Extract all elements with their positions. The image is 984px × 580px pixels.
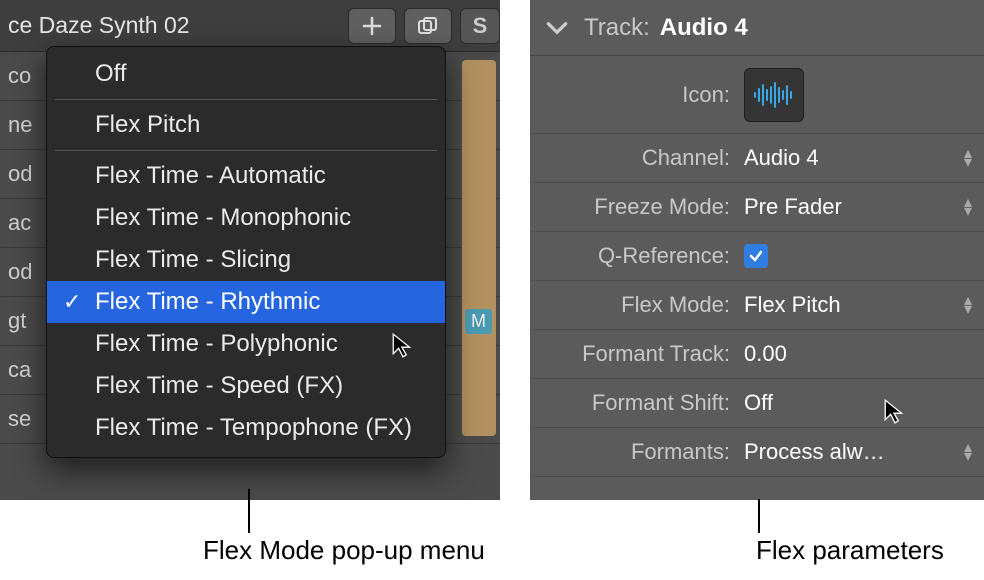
inspector-header[interactable]: Track: Audio 4	[530, 0, 984, 56]
formant-track-value[interactable]: 0.00	[740, 341, 984, 367]
callout-right: Flex parameters	[756, 535, 944, 566]
check-icon	[748, 248, 764, 264]
flex-mode-menu-item-slicing[interactable]: Flex Time - Slicing	[47, 239, 445, 281]
inspector-formant-track-row: Formant Track: 0.00	[530, 330, 984, 379]
inspector-icon-row: Icon:	[530, 56, 984, 134]
row-label: Q-Reference:	[530, 243, 740, 269]
flex-mode-menu-item-off[interactable]: Off	[47, 53, 445, 95]
track-header: ce Daze Synth 02 S	[0, 0, 500, 52]
row-label: Formant Shift:	[530, 390, 740, 416]
inspector-freeze-mode-row: Freeze Mode: Pre Fader ▴▾	[530, 183, 984, 232]
callout-line	[758, 499, 760, 533]
flex-mode-menu-item-speed[interactable]: Flex Time - Speed (FX)	[47, 365, 445, 407]
stepper-control[interactable]: ▴▾	[964, 443, 984, 461]
flex-mode-menu-item-pitch[interactable]: Flex Pitch	[47, 104, 445, 146]
inspector-flex-mode-row: Flex Mode: Flex Pitch ▴▾	[530, 281, 984, 330]
row-label: Flex Mode:	[530, 292, 740, 318]
track-title: ce Daze Synth 02	[8, 12, 190, 39]
stepper-control[interactable]: ▴▾	[964, 296, 984, 314]
stepper-control[interactable]: ▴▾	[964, 198, 984, 216]
inspector-track-value: Audio 4	[660, 14, 748, 42]
inspector-formant-shift-row: Formant Shift: Off	[530, 379, 984, 428]
flex-mode-value[interactable]: Flex Pitch	[740, 292, 964, 318]
channel-value[interactable]: Audio 4	[740, 145, 964, 171]
freeze-mode-value[interactable]: Pre Fader	[740, 194, 964, 220]
row-label: Formant Track:	[530, 341, 740, 367]
callout-line	[248, 489, 250, 533]
row-label: Formants:	[530, 439, 740, 465]
flex-mode-menu-item-tempophone[interactable]: Flex Time - Tempophone (FX)	[47, 407, 445, 449]
flex-mode-menu-item-rhythmic[interactable]: ✓ Flex Time - Rhythmic	[47, 281, 445, 323]
row-label: Freeze Mode:	[530, 194, 740, 220]
callout-left: Flex Mode pop-up menu	[203, 535, 485, 566]
waveform-icon	[752, 80, 796, 110]
flex-mode-menu-item-polyphonic[interactable]: Flex Time - Polyphonic	[47, 323, 445, 365]
stepper-control[interactable]: ▴▾	[964, 149, 984, 167]
solo-button[interactable]: S	[460, 8, 500, 44]
flex-mode-menu-item-monophonic[interactable]: Flex Time - Monophonic	[47, 197, 445, 239]
formants-value[interactable]: Process alw…	[740, 439, 964, 465]
region-clip[interactable]	[462, 60, 496, 436]
flex-mode-menu-item-automatic[interactable]: Flex Time - Automatic	[47, 155, 445, 197]
checkmark-icon: ✓	[63, 289, 81, 315]
left-panel: ce Daze Synth 02 S co neM od ac od gtM c…	[0, 0, 500, 500]
region-badge[interactable]: M	[465, 309, 492, 334]
plus-icon	[362, 16, 382, 36]
row-label: Channel:	[530, 145, 740, 171]
inspector-panel: Track: Audio 4 Icon: Channel: Audio 4	[530, 0, 984, 500]
menu-separator	[55, 99, 437, 100]
track-icon-button[interactable]	[744, 68, 804, 122]
formant-shift-value[interactable]: Off	[740, 390, 984, 416]
inspector-q-reference-row: Q-Reference:	[530, 232, 984, 281]
menu-separator	[55, 150, 437, 151]
add-track-button[interactable]	[348, 8, 396, 44]
q-reference-checkbox[interactable]	[744, 244, 768, 268]
duplicate-icon	[417, 16, 439, 36]
duplicate-track-button[interactable]	[404, 8, 452, 44]
inspector-formants-row: Formants: Process alw… ▴▾	[530, 428, 984, 477]
chevron-down-icon	[544, 15, 570, 41]
flex-mode-popup-menu[interactable]: Off Flex Pitch Flex Time - Automatic Fle…	[46, 46, 446, 458]
inspector-track-label: Track:	[584, 14, 650, 42]
inspector-icon-label: Icon:	[530, 82, 740, 108]
inspector-channel-row: Channel: Audio 4 ▴▾	[530, 134, 984, 183]
